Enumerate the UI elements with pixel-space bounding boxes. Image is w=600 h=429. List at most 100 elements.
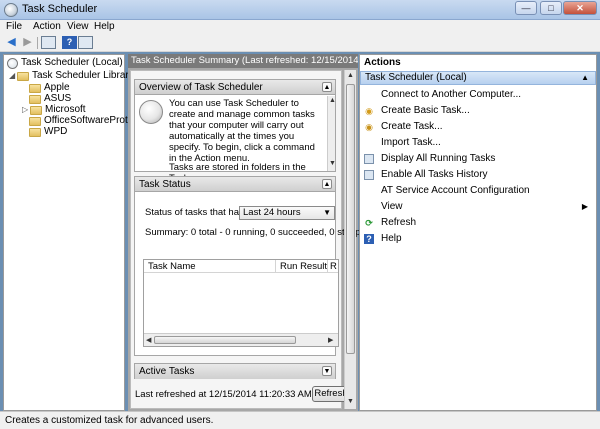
status-bar: Creates a customized task for advanced u… bbox=[0, 411, 600, 429]
scroll-left-icon[interactable]: ◀ bbox=[146, 336, 151, 344]
folder-icon bbox=[29, 94, 41, 104]
scroll-up-icon[interactable]: ▲ bbox=[347, 72, 354, 79]
table-hscrollbar[interactable]: ◀ ▶ bbox=[144, 333, 338, 346]
action-create-task[interactable]: ◉ Create Task... bbox=[360, 119, 596, 135]
collapse-icon[interactable]: ▲ bbox=[322, 179, 332, 189]
overview-section: Overview of Task Scheduler ▲ You can use… bbox=[134, 79, 336, 184]
actions-group-label: Task Scheduler (Local) bbox=[365, 72, 467, 83]
menu-action[interactable]: Action bbox=[33, 21, 61, 32]
tree-item-folder[interactable]: WPD bbox=[29, 126, 67, 138]
show-hide-console-tree-icon[interactable] bbox=[41, 36, 56, 49]
action-label: Display All Running Tasks bbox=[381, 153, 496, 164]
column-r[interactable]: R bbox=[328, 260, 338, 273]
table-hscroll-thumb[interactable] bbox=[154, 336, 296, 344]
action-at-service-account[interactable]: AT Service Account Configuration bbox=[360, 183, 596, 199]
tree-item-library-label: Task Scheduler Library bbox=[32, 70, 134, 81]
action-label: Create Basic Task... bbox=[381, 105, 470, 116]
task-scheduler-app-icon bbox=[4, 3, 18, 17]
clock-icon bbox=[139, 100, 163, 124]
toolbar: ◀ ▶ ? bbox=[0, 34, 600, 52]
last-refreshed-text: Last refreshed at 12/15/2014 11:20:33 AM bbox=[135, 389, 312, 400]
window-title: Task Scheduler bbox=[22, 3, 98, 15]
scroll-down-icon[interactable]: ▼ bbox=[347, 398, 354, 405]
tree-folder-label: WPD bbox=[44, 126, 68, 137]
clock-icon bbox=[7, 57, 18, 69]
folder-icon bbox=[29, 127, 41, 137]
help-icon: ? bbox=[364, 234, 374, 244]
action-label: Create Task... bbox=[381, 121, 443, 132]
history-icon bbox=[364, 170, 374, 180]
menu-file[interactable]: File bbox=[6, 21, 22, 32]
help-icon[interactable]: ? bbox=[62, 36, 77, 49]
summary-header: Task Scheduler Summary (Last refreshed: … bbox=[128, 54, 358, 68]
summary-scrollbar[interactable]: ▲ ▼ bbox=[344, 70, 356, 409]
menu-bar: File Action View Help bbox=[0, 20, 600, 34]
folder-icon bbox=[17, 71, 29, 81]
action-view[interactable]: View ▶ bbox=[360, 199, 596, 215]
close-button[interactable]: ✕ bbox=[563, 1, 597, 15]
action-label: Refresh bbox=[381, 217, 417, 228]
status-period-select[interactable]: Last 24 hours ▼ bbox=[239, 206, 335, 220]
action-connect-another-computer[interactable]: Connect to Another Computer... bbox=[360, 87, 596, 103]
action-import-task[interactable]: Import Task... bbox=[360, 135, 596, 151]
running-tasks-icon bbox=[364, 154, 374, 164]
folder-icon bbox=[29, 116, 41, 126]
menu-view[interactable]: View bbox=[67, 21, 89, 32]
action-enable-tasks-history[interactable]: Enable All Tasks History bbox=[360, 167, 596, 183]
task-status-section: Task Status ▲ Status of tasks that hav..… bbox=[134, 176, 374, 356]
tree-item-root[interactable]: Task Scheduler (Local) bbox=[7, 57, 123, 69]
column-run-result[interactable]: Run Result bbox=[276, 260, 328, 273]
active-tasks-title: Active Tasks bbox=[139, 366, 195, 377]
overview-text: You can use Task Scheduler to create and… bbox=[169, 98, 315, 164]
action-display-running-tasks[interactable]: Display All Running Tasks bbox=[360, 151, 596, 167]
actions-pane: Actions Task Scheduler (Local) ▲ Connect… bbox=[359, 54, 597, 411]
action-help[interactable]: ? Help bbox=[360, 231, 596, 247]
task-status-title: Task Status bbox=[139, 179, 191, 190]
actions-title: Actions bbox=[360, 55, 596, 71]
action-label: AT Service Account Configuration bbox=[381, 185, 530, 196]
scroll-up-icon[interactable]: ▲ bbox=[329, 97, 336, 104]
chevron-right-icon: ▶ bbox=[581, 202, 588, 211]
collapse-icon[interactable]: ▲ bbox=[581, 72, 589, 84]
show-hide-action-pane-icon[interactable] bbox=[78, 36, 93, 49]
expand-icon[interactable]: ▼ bbox=[322, 366, 332, 376]
status-summary: Summary: 0 total - 0 running, 0 succeede… bbox=[145, 227, 374, 238]
overview-section-header[interactable]: Overview of Task Scheduler ▲ bbox=[135, 80, 335, 95]
tree-folder-label: ASUS bbox=[44, 93, 72, 104]
refresh-icon: ⟳ bbox=[365, 218, 373, 228]
active-tasks-section-header[interactable]: Active Tasks ▼ bbox=[135, 364, 335, 379]
console-tree: Task Scheduler (Local) ◢ Task Scheduler L… bbox=[3, 54, 141, 411]
tree-folder-label: Microsoft bbox=[45, 104, 86, 115]
collapse-icon[interactable]: ▲ bbox=[322, 82, 332, 92]
collapse-icon[interactable]: ◢ bbox=[9, 70, 17, 82]
chevron-down-icon: ▼ bbox=[323, 208, 331, 217]
summary-scroll-thumb[interactable] bbox=[346, 84, 355, 354]
scroll-right-icon[interactable]: ▶ bbox=[328, 336, 333, 344]
overview-scrollbar[interactable]: ▲ ▼ bbox=[327, 96, 336, 171]
action-label: Import Task... bbox=[381, 137, 441, 148]
back-arrow-icon[interactable]: ◀ bbox=[4, 36, 19, 49]
action-refresh[interactable]: ⟳ Refresh bbox=[360, 215, 596, 231]
actions-group-header[interactable]: Task Scheduler (Local) ▲ bbox=[360, 71, 596, 85]
folder-icon bbox=[30, 105, 42, 115]
overview-title: Overview of Task Scheduler bbox=[139, 82, 263, 93]
create-task-icon: ◉ bbox=[365, 122, 373, 132]
status-period-value: Last 24 hours bbox=[243, 207, 301, 218]
menu-help[interactable]: Help bbox=[94, 21, 115, 32]
minimize-button[interactable]: — bbox=[515, 1, 537, 15]
tree-item-library[interactable]: ◢ Task Scheduler Library bbox=[9, 70, 134, 82]
action-create-basic-task[interactable]: ◉ Create Basic Task... bbox=[360, 103, 596, 119]
tree-folder-label: Apple bbox=[44, 82, 70, 93]
tree-item-root-label: Task Scheduler (Local) bbox=[21, 57, 123, 68]
create-basic-task-icon: ◉ bbox=[365, 106, 373, 116]
action-label: Help bbox=[381, 233, 402, 244]
forward-arrow-icon[interactable]: ▶ bbox=[20, 36, 35, 49]
task-status-section-header[interactable]: Task Status ▲ bbox=[135, 177, 335, 192]
column-task-name[interactable]: Task Name bbox=[144, 260, 276, 273]
maximize-button[interactable]: □ bbox=[540, 1, 562, 15]
toolbar-separator bbox=[37, 37, 38, 49]
scroll-down-icon[interactable]: ▼ bbox=[329, 160, 336, 167]
action-label: Connect to Another Computer... bbox=[381, 89, 522, 100]
action-label: View bbox=[381, 201, 403, 212]
action-label: Enable All Tasks History bbox=[381, 169, 488, 180]
